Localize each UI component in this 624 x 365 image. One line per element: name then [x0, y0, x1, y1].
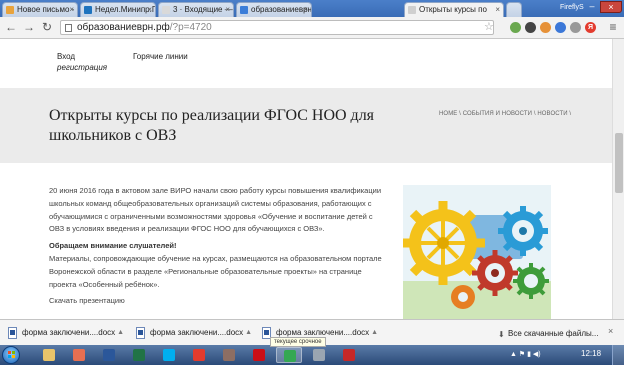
breadcrumb[interactable]: HOME \ СОБЫТИЯ И НОВОСТИ \ НОВОСТИ \ [439, 111, 571, 117]
ext-1-icon[interactable] [510, 22, 521, 33]
web-page: Вход регистрация Горячие линии Открыты к… [0, 39, 612, 319]
download-presentation-link[interactable]: Скачать презентацию [49, 295, 389, 308]
media-player-app-button[interactable] [66, 347, 92, 363]
download-filename: форма заключени....docx [150, 328, 244, 337]
paint-app-button[interactable] [216, 347, 242, 363]
minimize-icon[interactable]: – [586, 1, 598, 13]
close-tab-icon[interactable]: × [225, 3, 230, 16]
word-app-icon [103, 349, 115, 361]
pdf-app-button[interactable] [336, 347, 362, 363]
start-button[interactable] [2, 346, 20, 364]
mail-favicon-icon [162, 6, 170, 14]
reload-icon[interactable]: ↻ [40, 20, 54, 34]
menu-icon[interactable]: ≡ [606, 20, 620, 34]
clock[interactable]: 12:18 [581, 349, 601, 358]
close-tab-icon[interactable]: × [147, 3, 152, 16]
ext-4-icon[interactable] [555, 22, 566, 33]
mail-favicon-icon [6, 6, 14, 14]
media-player-app-icon [73, 349, 85, 361]
url-text[interactable]: образованиеврн.рф/?p=4720 [77, 21, 212, 35]
tab-education-site[interactable]: образованиеврн.р × [236, 2, 312, 17]
page-title: Открыты курсы по реализации ФГОС НОО для… [49, 107, 375, 144]
gears-illustration [403, 185, 551, 319]
excel-app-button[interactable] [126, 347, 152, 363]
close-icon[interactable]: × [608, 326, 613, 336]
viewer-app-button[interactable] [306, 347, 332, 363]
opera-app-button[interactable] [246, 347, 272, 363]
tooltip: текущее срочное [270, 337, 326, 347]
browser-toolbar: ← → ↻ образованиеврн.рф/?p=4720 ☆ Я ≡ [0, 17, 624, 39]
back-arrow-icon[interactable]: ← [4, 20, 18, 34]
close-window-icon[interactable]: × [600, 1, 622, 13]
search-favicon-icon [240, 6, 248, 14]
close-tab-icon[interactable]: × [303, 3, 308, 16]
register-link[interactable]: регистрация [57, 63, 107, 72]
site-top-nav: Вход регистрация Горячие линии [0, 39, 612, 88]
download-filename: форма заключени....docx [22, 328, 116, 337]
opera-app-icon [253, 349, 265, 361]
forward-arrow-icon[interactable]: → [22, 20, 36, 34]
excel-app-icon [133, 349, 145, 361]
word-document-icon [136, 327, 145, 339]
tab-week[interactable]: Недел.Минипр.Пси × [80, 2, 156, 17]
tab-label: Открыты курсы по [419, 5, 487, 14]
address-bar[interactable]: образованиеврн.рф/?p=4720 [60, 20, 494, 35]
attention-heading: Обращаем внимание слушателей! [49, 241, 177, 251]
chrome-app-button[interactable] [276, 347, 302, 363]
article-paragraph: 20 июня 2016 года в актовом зале ВИРО на… [49, 186, 382, 234]
download-item[interactable]: форма заключени....docx ▲ [8, 324, 124, 342]
yandex-browser-app-icon [193, 349, 205, 361]
chevron-down-icon[interactable]: ▲ [371, 324, 378, 342]
profile-name[interactable]: FireflyS [560, 2, 586, 14]
viewer-app-icon [313, 349, 325, 361]
site-favicon-icon [84, 6, 92, 14]
download-item[interactable]: форма заключени....docx ▲ [136, 324, 252, 342]
ext-3-icon[interactable] [540, 22, 551, 33]
ext-2-icon[interactable] [525, 22, 536, 33]
windows-taskbar: ▲ ⚑ ▮ ◀) 12:18 [0, 345, 624, 365]
yandex-browser-app-button[interactable] [186, 347, 212, 363]
scrollbar-thumb[interactable] [615, 133, 623, 193]
tab-current-page[interactable]: Открыты курсы по × [404, 2, 504, 17]
explorer-app-icon [43, 349, 55, 361]
browser-tab-strip: Новое письмо - поч × Недел.Минипр.Пси × … [0, 0, 624, 17]
all-downloads-label: Все скачанные файлы... [508, 329, 599, 338]
paint-app-icon [223, 349, 235, 361]
word-document-icon [8, 327, 17, 339]
article-body: 20 июня 2016 года в актовом зале ВИРО на… [49, 185, 389, 312]
skype-app-icon [163, 349, 175, 361]
close-tab-icon[interactable]: × [495, 3, 500, 16]
download-icon: ⬇ [498, 330, 505, 339]
page-favicon-icon [408, 6, 416, 14]
show-desktop-button[interactable] [612, 345, 624, 365]
chrome-app-icon [284, 350, 296, 362]
page-title-bar: Открыты курсы по реализации ФГОС НОО для… [0, 88, 612, 163]
ext-yandex-icon[interactable]: Я [585, 22, 596, 33]
tab-new-mail[interactable]: Новое письмо - поч × [2, 2, 78, 17]
skype-app-button[interactable] [156, 347, 182, 363]
close-tab-icon[interactable]: × [69, 3, 74, 16]
page-info-icon[interactable] [65, 24, 72, 32]
ext-5-icon[interactable] [570, 22, 581, 33]
word-app-button[interactable] [96, 347, 122, 363]
login-link[interactable]: Вход [57, 52, 75, 61]
system-tray[interactable]: ▲ ⚑ ▮ ◀) [510, 350, 541, 358]
bookmark-star-icon[interactable]: ☆ [484, 20, 494, 33]
page-scrollbar[interactable] [612, 39, 624, 319]
article-image [403, 185, 551, 319]
all-downloads-link[interactable]: ⬇ Все скачанные файлы... [498, 329, 599, 339]
explorer-app-button[interactable] [36, 347, 62, 363]
hotlines-link[interactable]: Горячие линии [133, 52, 188, 61]
new-tab-button[interactable] [506, 2, 522, 17]
pdf-app-icon [343, 349, 355, 361]
article-paragraph: Материалы, сопровождающие обучение на ку… [49, 253, 382, 289]
chevron-down-icon[interactable]: ▲ [245, 324, 252, 342]
tab-inbox[interactable]: 3 · Входящие — Ян × [158, 2, 234, 17]
chevron-down-icon[interactable]: ▲ [117, 324, 124, 342]
